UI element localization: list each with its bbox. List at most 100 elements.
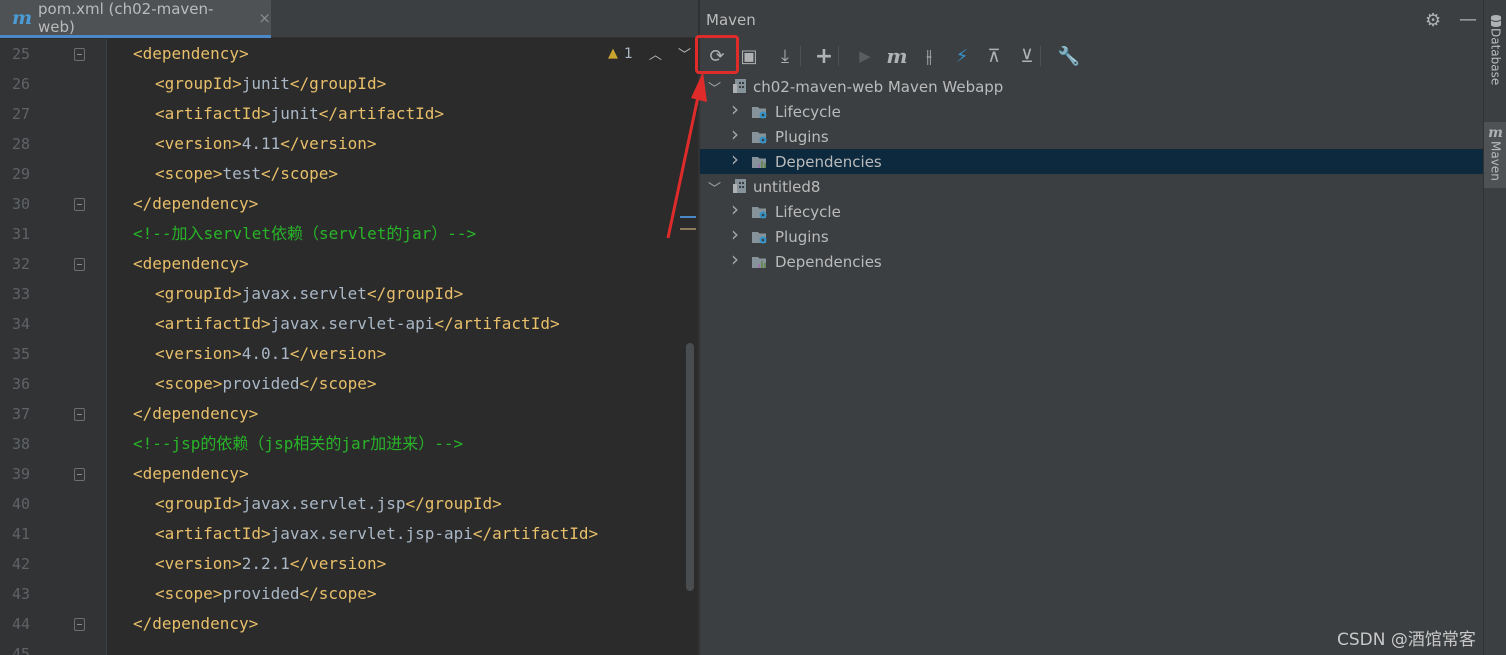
fold-marker-icon[interactable] bbox=[74, 198, 85, 211]
maven-settings-icon: 🔧 bbox=[1057, 45, 1081, 67]
chevron-right-icon[interactable]: › bbox=[731, 147, 739, 171]
tree-item-lifecycle[interactable]: › Lifecycle bbox=[700, 97, 1483, 124]
fold-marker-icon[interactable] bbox=[74, 618, 85, 631]
tree-item-lifecycle[interactable]: › Lifecycle bbox=[700, 197, 1483, 224]
inspection-widget[interactable]: ▲ 1 ︿ ﹀ bbox=[608, 44, 691, 64]
vertical-scrollbar[interactable] bbox=[686, 343, 694, 591]
add-maven-project-icon: + bbox=[814, 43, 834, 69]
next-highlight-icon[interactable]: ﹀ bbox=[678, 44, 691, 63]
close-icon[interactable]: × bbox=[258, 9, 271, 27]
execute-maven-goal-button[interactable]: m bbox=[882, 40, 912, 72]
add-maven-project-button[interactable]: + bbox=[809, 40, 839, 72]
code-line[interactable]: 28 <version>4.11</version> bbox=[0, 129, 698, 159]
code-line[interactable]: 41 <artifactId>javax.servlet.jsp-api</art… bbox=[0, 519, 698, 549]
tree-item-dependencies[interactable]: › Dependencies bbox=[700, 147, 1483, 174]
code-line[interactable]: 33 <groupId>javax.servlet</groupId> bbox=[0, 279, 698, 309]
tab-label: pom.xml (ch02-maven-web) bbox=[38, 0, 214, 36]
chevron-right-icon[interactable]: › bbox=[731, 97, 739, 121]
code-text: <dependency> bbox=[133, 39, 249, 69]
code-text: <scope>provided</scope> bbox=[155, 369, 377, 399]
line-number: 33 bbox=[11, 285, 30, 303]
code-line[interactable]: 37 </dependency> bbox=[0, 399, 698, 429]
maven-settings-button[interactable]: 🔧 bbox=[1054, 40, 1084, 72]
code-line[interactable]: 34 <artifactId>javax.servlet-api</artifac… bbox=[0, 309, 698, 339]
minimize-icon[interactable]: — bbox=[1459, 9, 1477, 30]
code-line[interactable]: 31 <!--加入servlet依赖（servlet的jar）--> bbox=[0, 219, 698, 249]
lifecycle-folder-icon bbox=[752, 204, 768, 219]
line-number: 44 bbox=[11, 615, 30, 633]
code-line[interactable]: 45 bbox=[0, 639, 698, 655]
tab-pom-xml[interactable]: m pom.xml (ch02-maven-web) × bbox=[0, 0, 271, 38]
xml-value: junit bbox=[241, 74, 290, 93]
warning-count: 1 bbox=[624, 45, 633, 62]
code-text: <groupId>javax.servlet</groupId> bbox=[155, 279, 463, 309]
maven-title: Maven bbox=[706, 11, 756, 29]
toolbar-separator bbox=[838, 46, 839, 66]
download-sources-button[interactable]: ⤓ bbox=[770, 40, 800, 72]
xml-value: 4.0.1 bbox=[241, 344, 290, 363]
tree-node-label: Plugins bbox=[775, 127, 829, 146]
previous-highlight-icon[interactable]: ︿ bbox=[649, 44, 662, 63]
collapse-all-button[interactable]: ⊻ bbox=[1012, 40, 1042, 72]
run-maven-build-button[interactable]: ▶ bbox=[850, 40, 880, 72]
code-line[interactable]: 42 <version>2.2.1</version> bbox=[0, 549, 698, 579]
code-text: </dependency> bbox=[133, 189, 258, 219]
line-number: 34 bbox=[11, 315, 30, 333]
line-number: 40 bbox=[11, 495, 30, 513]
xml-tag: </dependency> bbox=[133, 194, 259, 213]
code-line[interactable]: 44 </dependency> bbox=[0, 609, 698, 639]
tree-item-plugins[interactable]: › Plugins bbox=[700, 122, 1483, 149]
code-line[interactable]: 27 <artifactId>junit</artifactId> bbox=[0, 99, 698, 129]
code-line[interactable]: 43 <scope>provided</scope> bbox=[0, 579, 698, 609]
maven-header: Maven ⚙ — bbox=[700, 0, 1483, 40]
tree-project-node[interactable]: ﹀ untitled8 bbox=[700, 174, 1483, 199]
execute-maven-goal-icon: m bbox=[886, 44, 908, 68]
chevron-down-icon[interactable]: ﹀ bbox=[708, 78, 721, 97]
tree-node-label: Lifecycle bbox=[775, 202, 841, 221]
skip-tests-button[interactable]: ⚡ bbox=[947, 40, 977, 72]
xml-tag: </groupId> bbox=[405, 494, 502, 513]
fold-marker-icon[interactable] bbox=[74, 408, 85, 421]
toggle-offline-mode-button[interactable]: ⫲ bbox=[914, 40, 944, 72]
xml-tag: </dependency> bbox=[133, 614, 259, 633]
code-text: <dependency> bbox=[133, 459, 249, 489]
fold-marker-icon[interactable] bbox=[74, 258, 85, 271]
maven-tool-window: Maven ⚙ — ⟳ ▣ ⤓ + ▶ m ⫲ ⚡ ⊼ ⊻ 🔧 ﹀ ch02-maven-web Ma… bbox=[695, 0, 1483, 655]
code-line[interactable]: 30 </dependency> bbox=[0, 189, 698, 219]
code-text: <!--加入servlet依赖（servlet的jar）--> bbox=[133, 219, 476, 249]
tree-project-node[interactable]: ﹀ ch02-maven-web Maven Webapp bbox=[700, 74, 1483, 99]
xml-value: provided bbox=[222, 584, 300, 603]
xml-tag: <scope> bbox=[155, 164, 223, 183]
gear-icon[interactable]: ⚙ bbox=[1425, 10, 1441, 31]
code-line[interactable]: 36 <scope>provided</scope> bbox=[0, 369, 698, 399]
tree-item-dependencies[interactable]: › Dependencies bbox=[700, 247, 1483, 274]
code-line[interactable]: 38 <!--jsp的依赖（jsp相关的jar加进来）--> bbox=[0, 429, 698, 459]
code-line[interactable]: 32 <dependency> bbox=[0, 249, 698, 279]
code-line[interactable]: 40 <groupId>javax.servlet.jsp</groupId> bbox=[0, 489, 698, 519]
code-line[interactable]: 35 <version>4.0.1</version> bbox=[0, 339, 698, 369]
show-dependencies-button[interactable]: ⊼ bbox=[979, 40, 1009, 72]
code-line[interactable]: 25 <dependency> bbox=[0, 39, 698, 69]
code-line[interactable]: 29 <scope>test</scope> bbox=[0, 159, 698, 189]
xml-value: javax.servlet.jsp-api bbox=[270, 524, 473, 543]
tab-maven[interactable]: m Maven bbox=[1484, 122, 1506, 188]
code-editor[interactable]: m pom.xml (ch02-maven-web) × 25 <dependen… bbox=[0, 0, 698, 655]
chevron-right-icon[interactable]: › bbox=[731, 122, 739, 146]
chevron-right-icon[interactable]: › bbox=[731, 222, 739, 246]
tree-item-plugins[interactable]: › Plugins bbox=[700, 222, 1483, 249]
chevron-right-icon[interactable]: › bbox=[731, 197, 739, 221]
scroll-marker[interactable] bbox=[680, 216, 696, 218]
maven-toolbar: ⟳ ▣ ⤓ + ▶ m ⫲ ⚡ ⊼ ⊻ 🔧 bbox=[695, 35, 1483, 74]
chevron-right-icon[interactable]: › bbox=[731, 247, 739, 271]
tab-database[interactable]: Database bbox=[1484, 14, 1506, 104]
code-text: <!--jsp的依赖（jsp相关的jar加进来）--> bbox=[133, 429, 463, 459]
code-line[interactable]: 26 <groupId>junit</groupId> bbox=[0, 69, 698, 99]
line-number: 41 bbox=[11, 525, 30, 543]
fold-marker-icon[interactable] bbox=[74, 48, 85, 61]
code-line[interactable]: 39 <dependency> bbox=[0, 459, 698, 489]
xml-value: javax.servlet.jsp bbox=[241, 494, 406, 513]
line-number: 26 bbox=[11, 75, 30, 93]
fold-marker-icon[interactable] bbox=[74, 468, 85, 481]
scroll-marker[interactable] bbox=[680, 228, 696, 230]
chevron-down-icon[interactable]: ﹀ bbox=[708, 178, 721, 197]
